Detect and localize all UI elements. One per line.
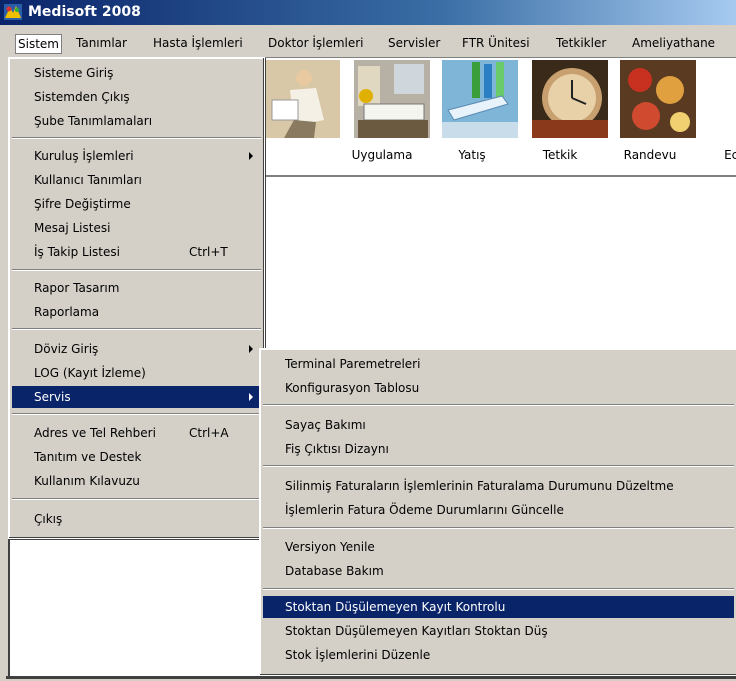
menu-tanimlar[interactable]: Tanımlar [76,36,127,50]
menu-sistem[interactable]: Sistem [15,34,62,54]
menu-separator [12,498,261,500]
menu-item-adres-rehberi[interactable]: Adres ve Tel Rehberi Ctrl+A [12,422,261,444]
submenu-item-konfigurasyon-tablosu[interactable]: Konfigurasyon Tablosu [263,377,734,399]
menu-item-mesaj-listesi[interactable]: Mesaj Listesi [12,217,261,239]
submenu-item-fis-ciktisi-dizayni[interactable]: Fiş Çıktısı Dizaynı [263,438,734,460]
menu-doktor-islemleri[interactable]: Doktor İşlemleri [268,36,364,50]
menu-separator [12,269,261,271]
menu-item-kurulus-islemleri[interactable]: Kuruluş İşlemleri [12,145,261,167]
menu-item-servis[interactable]: Servis [12,386,261,408]
medisoft-logo-icon [4,4,22,20]
menu-item-kullanim-kilavuzu[interactable]: Kullanım Kılavuzu [12,470,261,492]
menu-separator [263,404,734,406]
toolbar-randevu-button[interactable]: Randevu [529,60,676,162]
submenu-item-stok-kayit-kontrolu[interactable]: Stoktan Düşülemeyen Kayıt Kontrolu [263,596,734,618]
toolbar-yatis-button[interactable]: Yatış [351,60,486,162]
submenu-item-versiyon-yenile[interactable]: Versiyon Yenile [263,536,734,558]
menu-hasta-islemleri[interactable]: Hasta İşlemleri [153,36,243,50]
menu-separator [263,465,734,467]
submenu-item-database-bakim[interactable]: Database Bakım [263,560,734,582]
toolbar-eczane-button[interactable]: Ecza [617,60,736,162]
submenu-arrow-icon [249,345,253,353]
menu-item-sifre-degistirme[interactable]: Şifre Değiştirme [12,193,261,215]
menu-ftr-unitesi[interactable]: FTR Ünitesi [462,36,530,50]
menu-item-doviz-giris[interactable]: Döviz Giriş [12,338,261,360]
menu-item-raporlama[interactable]: Raporlama [12,301,261,323]
menu-tetkikler[interactable]: Tetkikler [556,36,606,50]
toolbar-divider [255,175,736,177]
menu-separator [263,588,734,590]
submenu-arrow-icon [249,152,253,160]
menu-item-rapor-tasarim[interactable]: Rapor Tasarım [12,277,261,299]
doctor-reading-icon [264,60,340,138]
menu-item-sube-tanimlamalari[interactable]: Şube Tanımlamaları [12,110,261,132]
menu-item-log[interactable]: LOG (Kayıt İzleme) [12,362,261,384]
menu-servisler[interactable]: Servisler [388,36,440,50]
menu-item-sistemden-cikis[interactable]: Sistemden Çıkış [12,86,261,108]
menu-bar: Sistem Tanımlar Hasta İşlemleri Doktor İ… [0,33,736,55]
menu-separator [12,137,261,139]
submenu-item-sayac-bakimi[interactable]: Sayaç Bakımı [263,414,734,436]
submenu-item-stoktan-dus[interactable]: Stoktan Düşülemeyen Kayıtları Stoktan Dü… [263,620,734,642]
module-toolbar: Uygulama Yatış Tetkik Randevu Ec [255,60,736,175]
clock-calendar-icon [532,60,608,138]
pills-icon [620,60,696,138]
menu-ameliyathane[interactable]: Ameliyathane [632,36,715,50]
menu-separator [12,328,261,330]
menu-separator [263,527,734,529]
menu-separator [12,413,261,415]
hospital-bed-icon [354,60,430,138]
menu-item-cikis[interactable]: Çıkış [12,508,261,530]
submenu-item-fatura-odeme-durumlari[interactable]: İşlemlerin Fatura Ödeme Durumlarını Günc… [263,499,734,521]
submenu-arrow-icon [249,393,253,401]
title-bar[interactable]: Medisoft 2008 [0,0,736,25]
servis-submenu: Terminal Paremetreleri Konfigurasyon Tab… [259,348,736,676]
sistem-menu: Sisteme Giriş Sistemden Çıkış Şube Tanım… [8,57,265,539]
toolbar-uygulama-button[interactable]: Uygulama [261,60,412,162]
window-title: Medisoft 2008 [28,4,141,20]
submenu-item-silinmis-faturalar[interactable]: Silinmiş Faturaların İşlemlerinin Fatura… [263,475,734,497]
menu-item-tanitim-destek[interactable]: Tanıtım ve Destek [12,446,261,468]
app-window: Medisoft 2008 Sistem Tanımlar Hasta İşle… [0,0,736,681]
lab-test-tubes-icon [442,60,518,138]
submenu-item-terminal-parametreleri[interactable]: Terminal Paremetreleri [263,353,734,375]
submenu-item-stok-islemleri-duzenle[interactable]: Stok İşlemlerini Düzenle [263,644,734,666]
window-bottom-border [6,676,736,679]
toolbar-tetkik-button[interactable]: Tetkik [439,60,577,162]
menu-item-is-takip-listesi[interactable]: İş Takip Listesi Ctrl+T [12,241,261,263]
menu-item-sisteme-giris[interactable]: Sisteme Giriş [12,62,261,84]
menu-item-kullanici-tanimlari[interactable]: Kullanıcı Tanımları [12,169,261,191]
